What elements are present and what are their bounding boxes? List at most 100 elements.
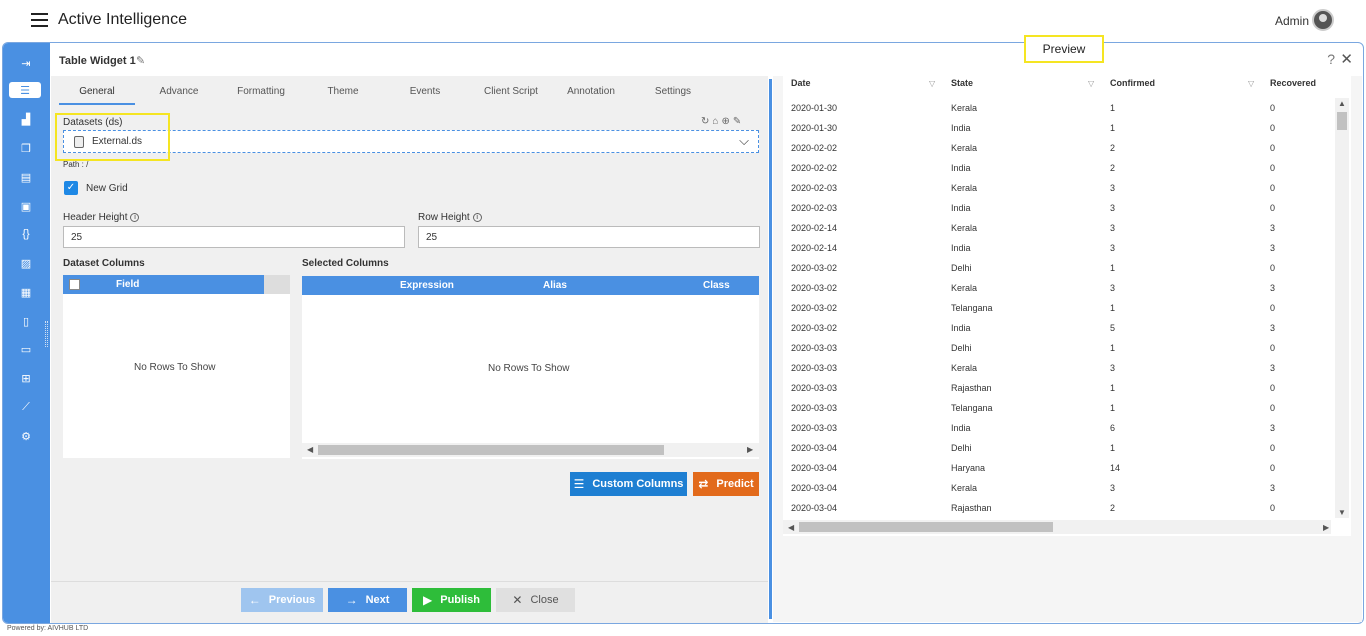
table-row[interactable]: 2020-03-03 Delhi 1 0 bbox=[783, 338, 1331, 358]
table-row[interactable]: 2020-03-04 Kerala 3 3 bbox=[783, 478, 1331, 498]
vertical-scrollbar[interactable]: ▲ ▼ bbox=[1335, 98, 1349, 518]
play-icon: ▶ bbox=[423, 593, 433, 607]
tab-annotation[interactable]: Annotation bbox=[553, 81, 629, 105]
table-cell: 1 bbox=[1110, 383, 1116, 393]
add-icon[interactable]: ⊕ bbox=[721, 116, 732, 127]
avatar[interactable] bbox=[1312, 9, 1334, 31]
tab-advance[interactable]: Advance bbox=[141, 81, 217, 105]
hierarchy-icon[interactable]: ⊞ bbox=[15, 370, 37, 386]
settings-icon[interactable]: ⚙ bbox=[15, 428, 37, 444]
document-icon[interactable]: ▤ bbox=[15, 169, 37, 185]
table-row[interactable]: 2020-01-30 India 1 0 bbox=[783, 118, 1331, 138]
table-row[interactable]: 2020-03-03 India 6 3 bbox=[783, 418, 1331, 438]
table-row[interactable]: 2020-03-04 Rajasthan 2 0 bbox=[783, 498, 1331, 518]
scroll-thumb[interactable] bbox=[318, 445, 664, 455]
help-icon[interactable]: ? bbox=[1327, 51, 1335, 67]
hamburger-menu-icon[interactable] bbox=[31, 13, 48, 27]
sign-in-icon[interactable]: ⇥ bbox=[15, 55, 37, 71]
table-row[interactable]: 2020-02-02 India 2 0 bbox=[783, 158, 1331, 178]
table-cell: 1 bbox=[1110, 103, 1116, 113]
field-header[interactable]: Field bbox=[116, 279, 139, 290]
tab-events[interactable]: Events bbox=[387, 81, 463, 105]
horizontal-scrollbar[interactable]: ◀ ▶ bbox=[302, 443, 759, 457]
layout-icon[interactable]: ▦ bbox=[15, 284, 37, 300]
info-icon[interactable]: i bbox=[130, 213, 140, 222]
table-row[interactable]: 2020-02-03 India 3 0 bbox=[783, 198, 1331, 218]
table-row[interactable]: 2020-03-04 Delhi 1 0 bbox=[783, 438, 1331, 458]
predict-button[interactable]: ⇄ Predict bbox=[693, 472, 759, 496]
table-row[interactable]: 2020-03-03 Telangana 1 0 bbox=[783, 398, 1331, 418]
scroll-up-icon[interactable]: ▲ bbox=[1338, 99, 1346, 108]
tab-theme[interactable]: Theme bbox=[305, 81, 381, 105]
next-button[interactable]: → Next bbox=[328, 588, 407, 612]
table-cell: 2 bbox=[1110, 143, 1116, 153]
edit-dataset-icon[interactable]: ✎ bbox=[733, 116, 744, 127]
chart-icon[interactable]: ▟ bbox=[15, 111, 37, 127]
edit-title-icon[interactable]: ✎ bbox=[136, 54, 148, 67]
id-card-icon[interactable]: ▣ bbox=[15, 198, 37, 214]
scroll-left-icon[interactable]: ◀ bbox=[307, 445, 313, 454]
scroll-thumb[interactable] bbox=[1337, 112, 1347, 130]
date-column-header[interactable]: Date bbox=[791, 78, 811, 88]
table-row[interactable]: 2020-02-14 Kerala 3 3 bbox=[783, 218, 1331, 238]
table-row[interactable]: 2020-02-14 India 3 3 bbox=[783, 238, 1331, 258]
table-cell: 5 bbox=[1110, 323, 1116, 333]
table-row[interactable]: 2020-03-02 India 5 3 bbox=[783, 318, 1331, 338]
table-row[interactable]: 2020-03-04 Haryana 14 0 bbox=[783, 458, 1331, 478]
scroll-right-icon[interactable]: ▶ bbox=[1323, 523, 1329, 532]
new-grid-checkbox[interactable]: ✓ bbox=[64, 181, 78, 195]
table-row[interactable]: 2020-02-02 Kerala 2 0 bbox=[783, 138, 1331, 158]
next-label: Next bbox=[365, 594, 390, 606]
tab-formatting[interactable]: Formatting bbox=[223, 81, 299, 105]
sidebar-resize-handle[interactable] bbox=[45, 321, 48, 347]
table-row[interactable]: 2020-01-30 Kerala 1 0 bbox=[783, 98, 1331, 118]
selected-columns-grid: Expression Alias Class No Rows To Show ◀… bbox=[302, 276, 759, 459]
table-cell: 2020-03-02 bbox=[791, 323, 838, 333]
alias-header[interactable]: Alias bbox=[543, 280, 567, 291]
horizontal-scrollbar[interactable]: ◀ ▶ bbox=[783, 520, 1331, 534]
state-column-header[interactable]: State bbox=[951, 78, 973, 88]
select-all-checkbox[interactable] bbox=[69, 279, 80, 290]
publish-button[interactable]: ▶ Publish bbox=[412, 588, 491, 612]
filter-icon[interactable]: ▽ bbox=[929, 79, 937, 88]
table-row[interactable]: 2020-03-03 Kerala 3 3 bbox=[783, 358, 1331, 378]
close-button[interactable]: ✕ Close bbox=[496, 588, 575, 612]
user-name[interactable]: Admin bbox=[1275, 14, 1309, 28]
report-icon[interactable]: ▭ bbox=[15, 341, 37, 357]
refresh-icon[interactable]: ↻ bbox=[701, 116, 712, 127]
braces-icon[interactable]: {} bbox=[15, 226, 37, 242]
table-row[interactable]: 2020-03-02 Delhi 1 0 bbox=[783, 258, 1331, 278]
table-cell: 3 bbox=[1270, 483, 1276, 493]
custom-columns-button[interactable]: ☰ Custom Columns bbox=[570, 472, 687, 496]
table-cell: 2020-03-04 bbox=[791, 443, 838, 453]
scroll-right-icon[interactable]: ▶ bbox=[747, 445, 753, 454]
boxes-icon[interactable]: ❒ bbox=[15, 140, 37, 156]
info-icon[interactable]: i bbox=[472, 213, 482, 222]
expression-header[interactable]: Expression bbox=[400, 280, 454, 291]
class-header[interactable]: Class bbox=[703, 280, 730, 291]
filter-icon[interactable]: ▽ bbox=[1088, 79, 1096, 88]
file-icon[interactable]: ▯ bbox=[15, 313, 37, 329]
table-row[interactable]: 2020-03-02 Telangana 1 0 bbox=[783, 298, 1331, 318]
close-panel-icon[interactable]: ✕ bbox=[1340, 50, 1353, 68]
scroll-down-icon[interactable]: ▼ bbox=[1338, 508, 1346, 517]
filter-icon[interactable]: ▽ bbox=[1248, 79, 1256, 88]
scroll-left-icon[interactable]: ◀ bbox=[788, 523, 794, 532]
table-row[interactable]: 2020-02-03 Kerala 3 0 bbox=[783, 178, 1331, 198]
table-row[interactable]: 2020-03-02 Kerala 3 3 bbox=[783, 278, 1331, 298]
row-height-input[interactable]: 25 bbox=[418, 226, 760, 248]
tab-settings[interactable]: Settings bbox=[635, 81, 711, 105]
scroll-thumb[interactable] bbox=[799, 522, 1053, 532]
tab-client-script[interactable]: Client Script bbox=[469, 81, 553, 105]
table-cell: 2020-03-04 bbox=[791, 483, 838, 493]
table-row[interactable]: 2020-03-03 Rajasthan 1 0 bbox=[783, 378, 1331, 398]
tab-general[interactable]: General bbox=[59, 81, 135, 105]
image-icon[interactable]: ▨ bbox=[15, 255, 37, 271]
previous-button[interactable]: ← Previous bbox=[241, 588, 323, 612]
line-chart-icon[interactable]: ⟋ bbox=[15, 399, 37, 415]
recovered-column-header[interactable]: Recovered bbox=[1270, 78, 1316, 88]
confirmed-column-header[interactable]: Confirmed bbox=[1110, 78, 1155, 88]
pane-splitter[interactable] bbox=[769, 79, 772, 619]
header-height-input[interactable]: 25 bbox=[63, 226, 405, 248]
table-widget-icon[interactable]: ☰ bbox=[9, 82, 41, 98]
